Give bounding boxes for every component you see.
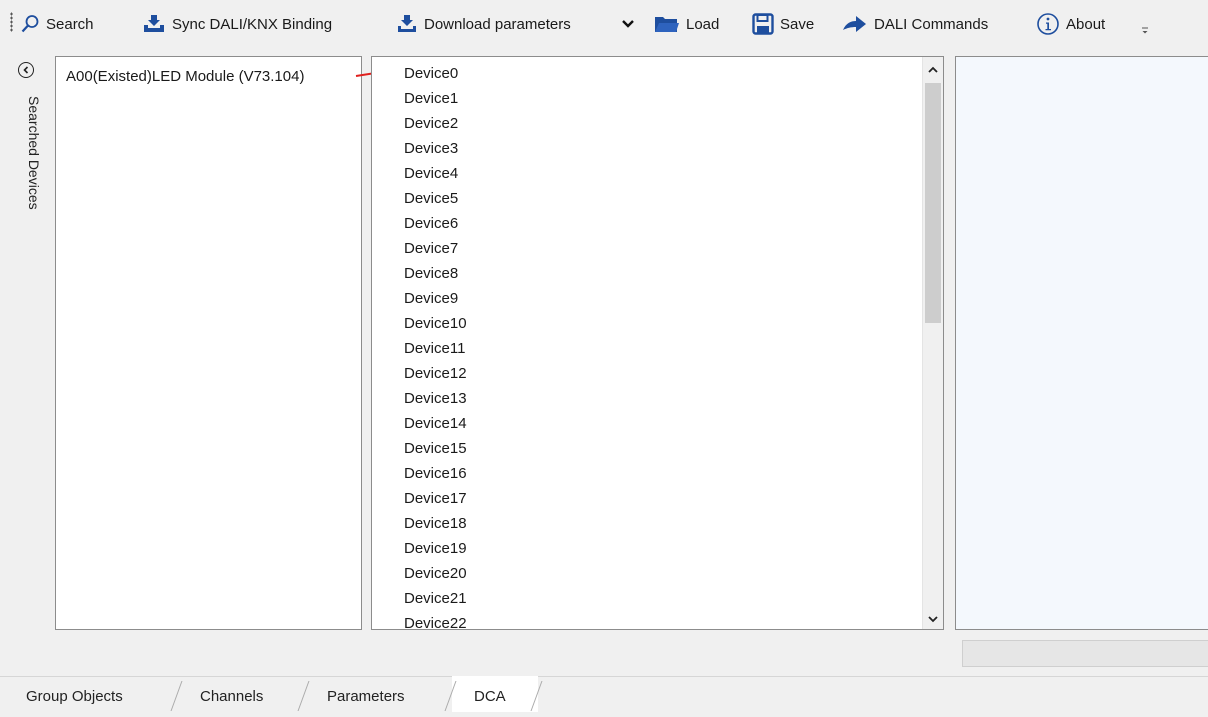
device-list-item[interactable]: Device0	[404, 61, 467, 86]
device-list-item[interactable]: Device13	[404, 386, 467, 411]
tab-dca[interactable]: DCA	[474, 677, 506, 712]
toolbar-grip[interactable]	[10, 12, 13, 32]
device-list-item[interactable]: Device12	[404, 361, 467, 386]
device-list: Device0 Device1 Device2 Device3 Device4 Devic…	[404, 61, 467, 629]
searched-device-item[interactable]: A00(Existed)LED Module (V73.104)	[66, 68, 304, 85]
device-list-item[interactable]: Device7	[404, 236, 467, 261]
device-list-item[interactable]: Device6	[404, 211, 467, 236]
device-list-item[interactable]: Device4	[404, 161, 467, 186]
collapse-sidebar-button[interactable]	[18, 62, 34, 78]
search-button[interactable]: Search	[20, 12, 94, 36]
device-list-item[interactable]: Device11	[404, 336, 467, 361]
toolbar: Search Sync DALI/KNX Binding Download pa…	[0, 0, 1208, 46]
about-label: About	[1066, 15, 1106, 33]
device-list-item[interactable]: Device2	[404, 111, 467, 136]
dali-commands-label: DALI Commands	[874, 15, 989, 33]
tab-group-objects[interactable]: Group Objects	[26, 677, 123, 712]
scroll-thumb[interactable]	[925, 83, 941, 323]
scroll-up-icon[interactable]	[927, 65, 939, 75]
status-bar	[962, 640, 1208, 667]
chevron-down-icon	[622, 20, 634, 28]
search-icon	[21, 15, 39, 33]
device-list-item[interactable]: Device16	[404, 461, 467, 486]
device-list-item[interactable]: Device10	[404, 311, 467, 336]
tab-parameters[interactable]: Parameters	[327, 677, 405, 712]
detail-panel	[955, 56, 1208, 630]
sync-download-icon	[144, 15, 164, 32]
device-list-item[interactable]: Device20	[404, 561, 467, 586]
about-button[interactable]: About	[1036, 12, 1105, 36]
searched-devices-label[interactable]: Searched Devices	[26, 96, 42, 210]
bottom-tabstrip: Group Objects Channels Parameters DCA	[0, 676, 1208, 712]
searched-devices-panel: A00(Existed)LED Module (V73.104)	[55, 56, 362, 630]
device-list-item[interactable]: Device18	[404, 511, 467, 536]
save-icon	[752, 13, 774, 35]
dali-commands-button[interactable]: DALI Commands	[842, 12, 988, 36]
device-list-item[interactable]: Device9	[404, 286, 467, 311]
sync-binding-button[interactable]: Sync DALI/KNX Binding	[142, 12, 332, 36]
sync-binding-label: Sync DALI/KNX Binding	[172, 15, 333, 33]
download-icon	[398, 15, 416, 32]
forward-arrow-icon	[843, 16, 866, 32]
search-label: Search	[46, 15, 94, 33]
device-list-item[interactable]: Device15	[404, 436, 467, 461]
tab-separator	[297, 681, 310, 711]
device-list-item[interactable]: Device1	[404, 86, 467, 111]
info-icon	[1037, 13, 1059, 35]
device-list-item[interactable]: Device14	[404, 411, 467, 436]
download-parameters-button[interactable]: Download parameters	[396, 12, 571, 36]
device-list-panel: Device0 Device1 Device2 Device3 Device4 Devic…	[371, 56, 944, 630]
chevron-left-icon	[23, 66, 29, 74]
device-list-item[interactable]: Device8	[404, 261, 467, 286]
device-list-item[interactable]: Device5	[404, 186, 467, 211]
device-list-item[interactable]: Device22	[404, 611, 467, 629]
device-list-item[interactable]: Device17	[404, 486, 467, 511]
device-list-item[interactable]: Device3	[404, 136, 467, 161]
device-list-item[interactable]: Device19	[404, 536, 467, 561]
tab-separator	[170, 681, 183, 711]
save-label: Save	[780, 15, 815, 33]
download-dropdown-button[interactable]	[622, 12, 640, 36]
toolbar-overflow-icon[interactable]	[1140, 20, 1150, 36]
save-button[interactable]: Save	[752, 12, 814, 36]
download-parameters-label: Download parameters	[424, 15, 571, 33]
folder-icon	[655, 17, 679, 32]
scroll-down-icon[interactable]	[927, 614, 939, 624]
device-list-scrollbar[interactable]	[922, 57, 943, 629]
load-button[interactable]: Load	[654, 12, 719, 36]
load-label: Load	[686, 15, 720, 33]
tab-channels[interactable]: Channels	[200, 677, 263, 712]
device-list-item[interactable]: Device21	[404, 586, 467, 611]
